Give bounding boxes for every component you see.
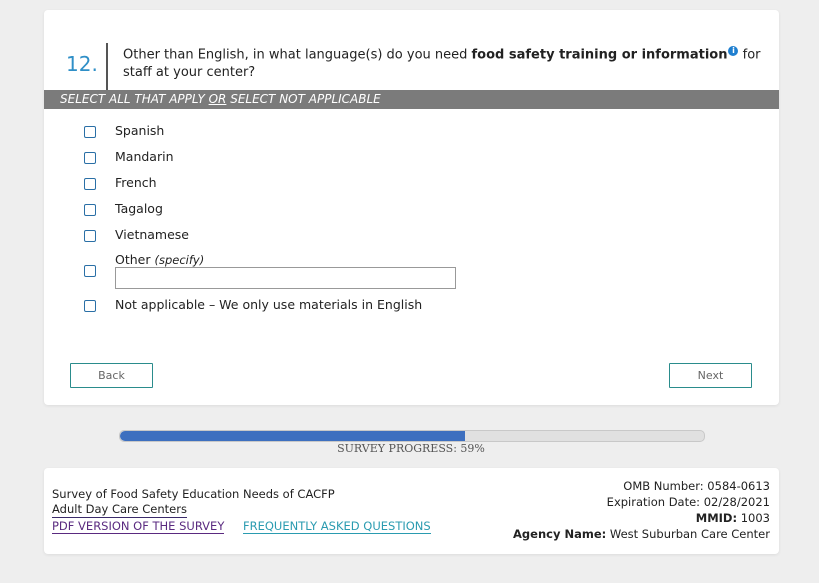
checkbox-mandarin[interactable]: [84, 152, 96, 164]
option-label-other-text: Other: [115, 252, 155, 267]
back-button[interactable]: Back: [70, 363, 153, 388]
question-text: Other than English, in what language(s) …: [123, 46, 773, 82]
omb-number: OMB Number: 0584-0613: [623, 479, 770, 493]
option-label-not-applicable: Not applicable – We only use materials i…: [115, 297, 423, 312]
question-divider: [106, 43, 108, 90]
option-label-vietnamese: Vietnamese: [115, 227, 189, 242]
question-card: 12. Other than English, in what language…: [44, 10, 779, 405]
pdf-version-link[interactable]: PDF VERSION OF THE SURVEY: [52, 519, 225, 534]
option-not-applicable[interactable]: Not applicable – We only use materials i…: [44, 296, 779, 316]
info-icon[interactable]: i: [728, 46, 739, 56]
option-label-other-specify: (specify): [154, 253, 205, 267]
option-label-tagalog: Tagalog: [115, 201, 163, 216]
option-label-spanish: Spanish: [115, 123, 165, 138]
option-label-other: Other (specify): [115, 252, 204, 267]
option-tagalog[interactable]: Tagalog: [44, 200, 779, 220]
next-button[interactable]: Next: [669, 363, 752, 388]
mmid: MMID: 1003: [513, 510, 770, 526]
agency-value: West Suburban Care Center: [606, 527, 770, 541]
option-label-mandarin: Mandarin: [115, 149, 174, 164]
instruction-part3: SELECT NOT APPLICABLE: [226, 92, 381, 106]
footer: Survey of Food Safety Education Needs of…: [44, 468, 779, 554]
option-label-french: French: [115, 175, 157, 190]
question-number: 12.: [66, 52, 98, 76]
agency-name: Agency Name: West Suburban Care Center: [513, 526, 770, 542]
survey-title: Survey of Food Safety Education Needs of…: [52, 487, 335, 518]
progress-label: SURVEY PROGRESS: 59%: [337, 442, 485, 455]
progress-fill: [120, 431, 465, 441]
instruction-part2: OR: [208, 92, 227, 106]
question-text-bold: food safety training or information: [471, 47, 728, 63]
mmid-label: MMID:: [695, 511, 738, 525]
expiration-date: Expiration Date: 02/28/2021: [606, 495, 770, 509]
checkbox-other[interactable]: [84, 265, 96, 277]
option-french[interactable]: French: [44, 174, 779, 194]
survey-metadata: OMB Number: 0584-0613 Expiration Date: 0…: [513, 478, 770, 542]
survey-title-line2: Adult Day Care Centers: [52, 502, 187, 518]
option-spanish[interactable]: Spanish: [44, 122, 779, 142]
survey-title-line1: Survey of Food Safety Education Needs of…: [52, 487, 335, 501]
checkbox-not-applicable[interactable]: [84, 300, 96, 312]
instruction-part1: SELECT ALL THAT APPLY: [60, 92, 209, 106]
option-vietnamese[interactable]: Vietnamese: [44, 226, 779, 246]
checkbox-vietnamese[interactable]: [84, 230, 96, 242]
other-specify-input[interactable]: [115, 267, 456, 289]
checkbox-spanish[interactable]: [84, 126, 96, 138]
question-text-before: Other than English, in what language(s) …: [123, 47, 472, 63]
agency-label: Agency Name:: [513, 527, 607, 541]
instruction-bar: SELECT ALL THAT APPLY OR SELECT NOT APPL…: [44, 90, 779, 109]
mmid-value: 1003: [737, 511, 770, 525]
checkbox-french[interactable]: [84, 178, 96, 190]
faq-link[interactable]: FREQUENTLY ASKED QUESTIONS: [243, 519, 431, 534]
option-mandarin[interactable]: Mandarin: [44, 148, 779, 168]
checkbox-tagalog[interactable]: [84, 204, 96, 216]
progress-bar: [119, 430, 705, 442]
